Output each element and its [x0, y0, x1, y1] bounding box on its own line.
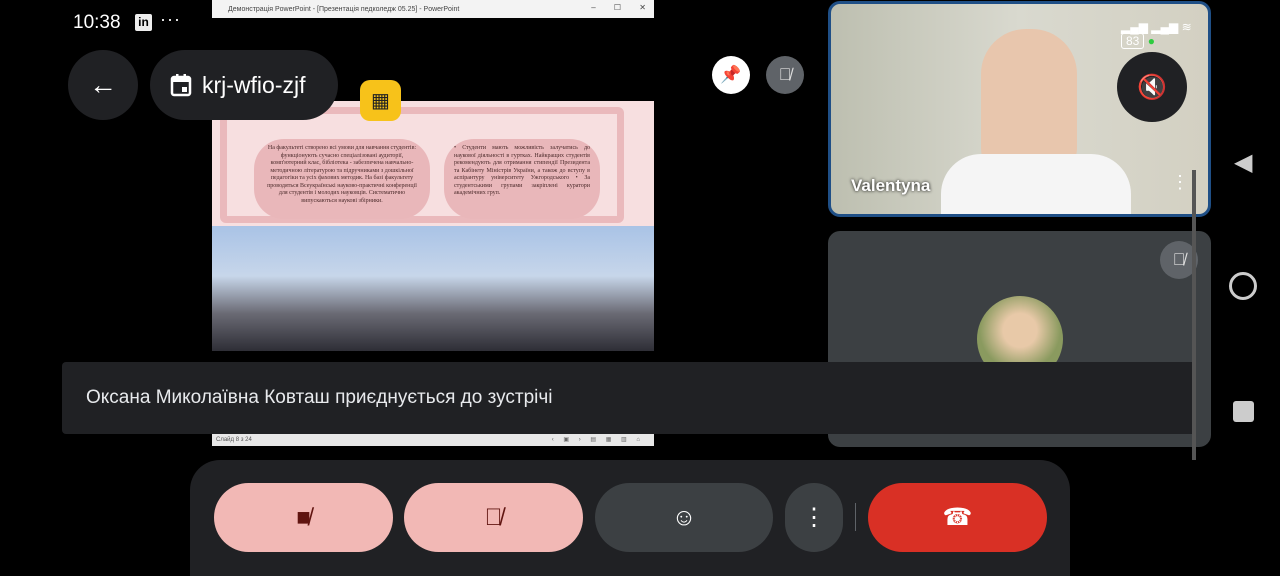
mic-off-icon: 🎙̸	[778, 65, 792, 84]
volume-off-icon: 🔇	[1137, 73, 1167, 101]
back-button[interactable]: ←	[68, 50, 138, 120]
slide-left-text: На факультеті створено всі умови для нав…	[254, 139, 430, 219]
nav-back-icon[interactable]: ◀	[1234, 148, 1252, 177]
more-vert-icon: ⋮	[802, 504, 826, 531]
slide: На факультеті створено всі умови для нав…	[212, 101, 654, 351]
status-time: 10:38	[73, 12, 121, 33]
arrow-left-icon: ←	[89, 69, 117, 100]
slide-photo	[212, 226, 654, 351]
phone-status-overlay: ▂▄▆ ▂▄▆ ≋ 83 ●	[1121, 20, 1192, 49]
ppt-status-bar: Слайд 8 з 24 ‹ ▣ › ▤ ▦ ▥ ⌂	[212, 434, 654, 446]
hang-up-icon: ☎	[942, 504, 973, 531]
pin-button[interactable]: 📌	[712, 56, 750, 94]
more-notifications-icon: ···	[160, 9, 181, 29]
slide-right-text: • Студенти мають можливість залучатись д…	[444, 139, 600, 219]
end-call-button[interactable]: ☎	[868, 483, 1047, 552]
video-body	[941, 154, 1131, 214]
video-off-icon: ■̸	[296, 503, 311, 531]
ppt-title-bar: Демонстрація PowerPoint - [Презентація п…	[212, 0, 654, 18]
battery-level: 83	[1121, 33, 1145, 49]
slide-counter: Слайд 8 з 24	[216, 437, 252, 443]
participant-video	[981, 29, 1077, 169]
join-notification: Оксана Миколаївна Ковташ приєднується до…	[62, 362, 1196, 434]
participant-tile-valentyna[interactable]: ▂▄▆ ▂▄▆ ≋ 83 ● 🔇 Valentyna ⋮	[828, 1, 1211, 217]
pin-icon: 📌	[720, 65, 742, 84]
divider	[855, 503, 856, 531]
scrollbar[interactable]	[1192, 170, 1196, 460]
calendar-icon	[170, 74, 192, 97]
notification-text: Оксана Миколаївна Ковташ приєднується до…	[86, 387, 553, 408]
emoji-icon: ☺	[671, 503, 697, 531]
mic-off-icon: 🎙̸	[484, 503, 503, 531]
more-options-button[interactable]: ⋮	[785, 483, 843, 552]
nav-recents-icon[interactable]	[1233, 401, 1254, 422]
linkedin-icon: in	[135, 14, 152, 31]
no-screen-share-icon: ▦	[360, 80, 401, 121]
more-options-icon[interactable]: ⋮	[1171, 172, 1189, 193]
speaker-muted-button[interactable]: 🔇	[1117, 52, 1187, 122]
mic-off-indicator: 🎙̸	[766, 56, 804, 94]
meeting-code: krj-wfio-zjf	[202, 71, 306, 98]
meeting-info-button[interactable]: krj-wfio-zjf	[150, 50, 338, 120]
window-controls: – ☐ ✕	[591, 3, 646, 12]
participant-name: Valentyna	[851, 176, 931, 195]
mic-toggle-button[interactable]: 🎙̸	[404, 483, 583, 552]
android-nav-bar: ◀	[1222, 0, 1280, 576]
nav-home-icon[interactable]	[1229, 272, 1257, 300]
reactions-button[interactable]: ☺	[595, 483, 773, 552]
camera-toggle-button[interactable]: ■̸	[214, 483, 393, 552]
ppt-window-title: Демонстрація PowerPoint - [Презентація п…	[228, 5, 460, 13]
